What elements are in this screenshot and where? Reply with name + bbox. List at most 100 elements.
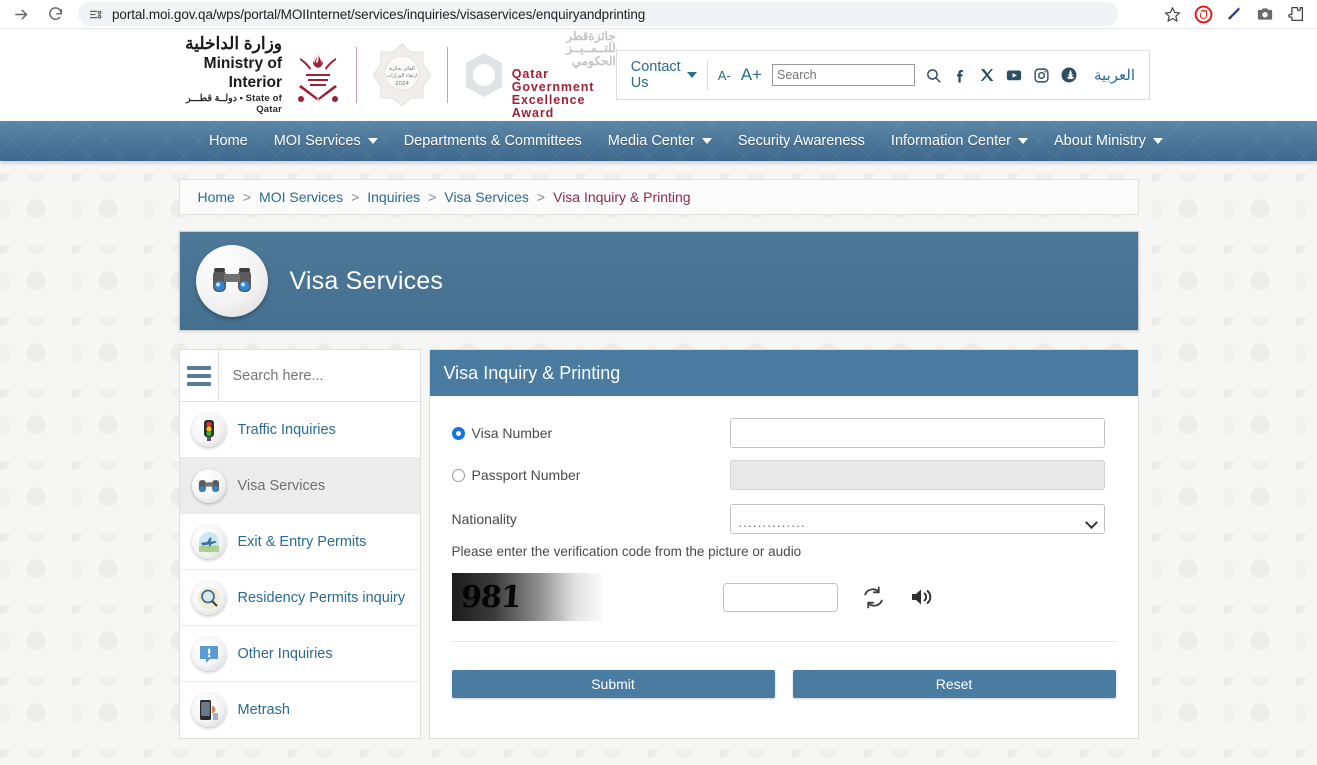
speaker-audio-icon[interactable] [909,585,935,609]
logo-group[interactable]: وزارة الداخلية Ministry of Interior دولـ… [168,30,616,120]
utility-bar: Contact Us A- A+ Search العربية [615,50,1150,100]
x-twitter-icon[interactable] [979,67,995,83]
browser-actions [1159,1,1309,27]
contact-us-label: Contact Us [630,59,681,91]
nationality-select[interactable]: .............. [729,504,1105,534]
refresh-captcha-icon[interactable] [861,585,886,610]
nav-label: Security Awareness [737,133,865,149]
award-english-2: Excellence Award [511,92,586,121]
arabic-language-link[interactable]: العربية [1094,66,1135,84]
visa-inquiry-panel: Visa Inquiry & Printing Visa Number Pass… [428,349,1139,739]
award-arabic-3: الحكومي [571,54,616,69]
qatar-emblem-icon [292,44,344,106]
form-actions: Submit Reset [430,642,1138,712]
captcha-input[interactable] [722,582,838,612]
nav-label: Home [209,133,248,149]
passport-number-label: Passport Number [471,467,581,483]
ministry-wordmark: وزارة الداخلية Ministry of Interior دولـ… [168,34,292,115]
sidebar-item-label: Other Inquiries [237,645,333,662]
passport-number-input[interactable] [729,460,1105,490]
excellence-award-emblem-icon [460,51,508,99]
nationality-label: Nationality [451,511,517,527]
facebook-icon[interactable] [952,67,969,84]
breadcrumb-item-home[interactable]: Home [198,189,235,205]
bookmark-star-icon[interactable] [1159,1,1185,27]
sidebar-item-other-inquiries[interactable]: Other Inquiries [179,626,420,682]
binoculars-icon [191,468,226,503]
sidebar-item-metrash[interactable]: Metrash [180,682,420,738]
nav-item-departments-committees[interactable]: Departments & Committees [391,133,595,149]
nav-label: Information Center [890,133,1012,149]
visa-number-radio[interactable] [451,426,465,440]
airplane-icon [191,524,226,559]
contact-us-dropdown[interactable]: Contact Us [631,59,697,91]
award-english-1: Qatar Government [511,66,595,94]
visa-number-input[interactable] [729,418,1105,448]
font-decrease-button[interactable]: A- [718,68,731,83]
nav-item-home[interactable]: Home [196,133,261,149]
chevron-down-icon [367,138,378,144]
reload-icon[interactable] [42,1,68,27]
visa-number-label-group[interactable]: Visa Number [451,425,730,441]
mobile-phone-icon [191,693,226,727]
chevron-down-icon [1084,516,1098,530]
youtube-icon[interactable] [1005,66,1023,84]
content-area: Home > MOI Services > Inquiries > Visa S… [178,161,1139,739]
ministry-state: دولــة قطـــر • State of Qatar [186,92,283,115]
screenshot-camera-icon[interactable] [1252,1,1278,27]
snapchat-icon[interactable] [1060,66,1078,84]
nav-item-moi-services[interactable]: MOI Services [261,133,391,149]
font-increase-button[interactable]: A+ [741,65,762,85]
sidebar-search-row [179,350,420,402]
main-navigation: Home MOI Services Departments & Committe… [0,121,1317,161]
breadcrumb-current: Visa Inquiry & Printing [553,189,691,205]
magnifier-globe-icon [191,580,226,615]
sidebar-item-visa-services[interactable]: Visa Services [179,458,420,514]
eyedropper-icon[interactable] [1221,1,1247,27]
captcha-code: 981 [459,579,522,615]
breadcrumb-item-inquiries[interactable]: Inquiries [367,189,420,205]
svg-text:الفائز بجائزة: الفائز بجائزة [389,66,415,72]
sidebar-item-traffic-inquiries[interactable]: Traffic Inquiries [179,402,420,458]
nav-item-security-awareness[interactable]: Security Awareness [725,133,878,149]
instagram-icon[interactable] [1033,67,1050,84]
passport-number-label-group[interactable]: Passport Number [451,467,730,483]
nav-item-about-ministry[interactable]: About Ministry [1041,133,1176,149]
excellence-seal-icon: الفائز بجائزة ارتقاء الوزارات 2024 [369,42,435,108]
sidebar-item-label: Residency Permits inquiry [237,589,406,606]
traffic-light-icon [191,412,226,447]
passport-number-radio[interactable] [451,468,465,482]
nav-label: MOI Services [273,133,361,149]
extensions-icon[interactable] [1283,1,1309,27]
breadcrumb-item-moi-services[interactable]: MOI Services [259,189,343,205]
adblock-icon[interactable] [1190,1,1216,27]
award-wordmark: جائزةقطر للتــمــيــز الحكومي Qatar Gove… [508,30,616,120]
ministry-name-arabic: وزارة الداخلية [185,34,283,54]
site-info-icon[interactable] [88,7,103,22]
sidebar-search-input[interactable] [218,350,420,401]
reset-button[interactable]: Reset [792,670,1116,698]
url-text: portal.moi.gov.qa/wps/portal/MOIInternet… [112,6,646,22]
sidebar-item-exit-entry-permits[interactable]: Exit & Entry Permits [179,514,420,570]
chevron-down-icon [701,138,712,144]
header-search-input[interactable] [772,64,915,86]
sidebar-item-label: Metrash [237,702,290,718]
ministry-name-english: Ministry of Interior [203,54,283,92]
address-bar[interactable]: portal.moi.gov.qa/wps/portal/MOIInternet… [78,2,1118,26]
sidebar-item-label: Visa Services [237,477,326,494]
visa-number-label: Visa Number [471,425,553,441]
nav-item-media-center[interactable]: Media Center [595,133,725,149]
search-icon[interactable] [925,67,942,84]
submit-button[interactable]: Submit [451,670,775,698]
breadcrumb-item-visa-services[interactable]: Visa Services [444,189,529,205]
forward-icon[interactable] [8,1,34,27]
chevron-down-icon [1018,138,1029,144]
sidebar-item-residency-permits-inquiry[interactable]: Residency Permits inquiry [179,570,420,626]
breadcrumb-separator: > [351,189,360,205]
svg-text:ارتقاء الوزارات: ارتقاء الوزارات [386,73,417,79]
sidebar-item-label: Exit & Entry Permits [237,533,367,550]
utility-divider-1 [706,60,708,90]
passport-number-row: Passport Number [451,460,1116,490]
nav-item-information-center[interactable]: Information Center [878,133,1041,149]
hamburger-menu-icon[interactable] [180,350,219,401]
